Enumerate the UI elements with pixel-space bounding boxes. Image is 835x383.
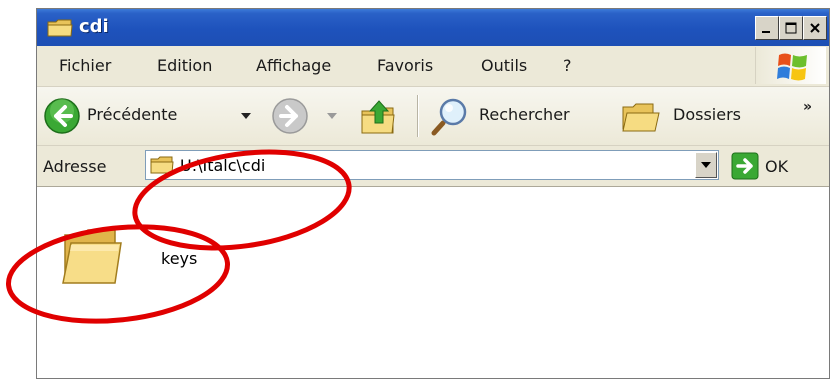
go-label: OK [765,157,789,176]
address-label: Adresse [43,157,107,176]
menu-edition[interactable]: Edition [157,56,212,75]
up-folder-button[interactable] [355,87,405,145]
menu-fichier[interactable]: Fichier [59,56,111,75]
address-input[interactable]: U:\Italc\cdi [145,150,719,180]
title-bar[interactable]: cdi [37,9,829,46]
dropdown-arrow-icon[interactable] [327,113,337,119]
folders-icon [622,103,660,132]
menu-favoris[interactable]: Favoris [377,56,433,75]
menu-help[interactable]: ? [563,56,572,75]
close-icon [810,23,820,33]
minimize-button[interactable] [755,16,779,40]
windows-flag-icon [777,53,807,81]
folders-button[interactable]: Dossiers [617,87,757,145]
search-button[interactable]: Rechercher [427,87,605,145]
maximize-button[interactable] [779,16,803,40]
folder-icon [62,229,122,284]
window-title: cdi [79,16,109,37]
chevron-down-icon [701,162,711,168]
folder-item-keys[interactable]: keys [57,221,217,301]
toolbar-separator [417,95,419,137]
address-bar: Adresse U:\Italc\cdi OK [37,146,829,187]
windows-logo [755,47,826,84]
folders-label: Dossiers [673,105,741,124]
back-button[interactable]: Précédente [41,87,263,145]
search-label: Rechercher [479,105,570,124]
dropdown-arrow-icon[interactable] [241,113,251,119]
back-label: Précédente [87,105,178,124]
explorer-window: cdi Fichier Edition Affichage Favoris Ou… [36,8,830,379]
file-list-area: keys [37,187,829,378]
menu-affichage[interactable]: Affichage [256,56,331,75]
toolbar-overflow-chevron[interactable]: » [803,99,812,115]
address-dropdown-button[interactable] [695,152,717,178]
close-button[interactable] [803,16,827,40]
folder-up-icon [361,100,395,134]
menu-outils[interactable]: Outils [481,56,527,75]
toolbar: Précédente Rechercher Dossiers » [37,87,829,146]
search-icon [431,98,467,136]
forward-arrow-icon [272,98,308,134]
minimize-icon [762,31,770,33]
address-value: U:\Italc\cdi [180,156,266,175]
forward-button[interactable] [263,87,343,145]
folder-label: keys [161,249,198,268]
folder-icon [150,156,174,174]
go-button[interactable]: OK [729,151,799,181]
maximize-icon [785,22,797,34]
folder-icon [47,19,73,37]
back-arrow-icon [44,98,80,134]
menu-bar: Fichier Edition Affichage Favoris Outils… [37,46,829,87]
go-arrow-icon [731,152,759,180]
